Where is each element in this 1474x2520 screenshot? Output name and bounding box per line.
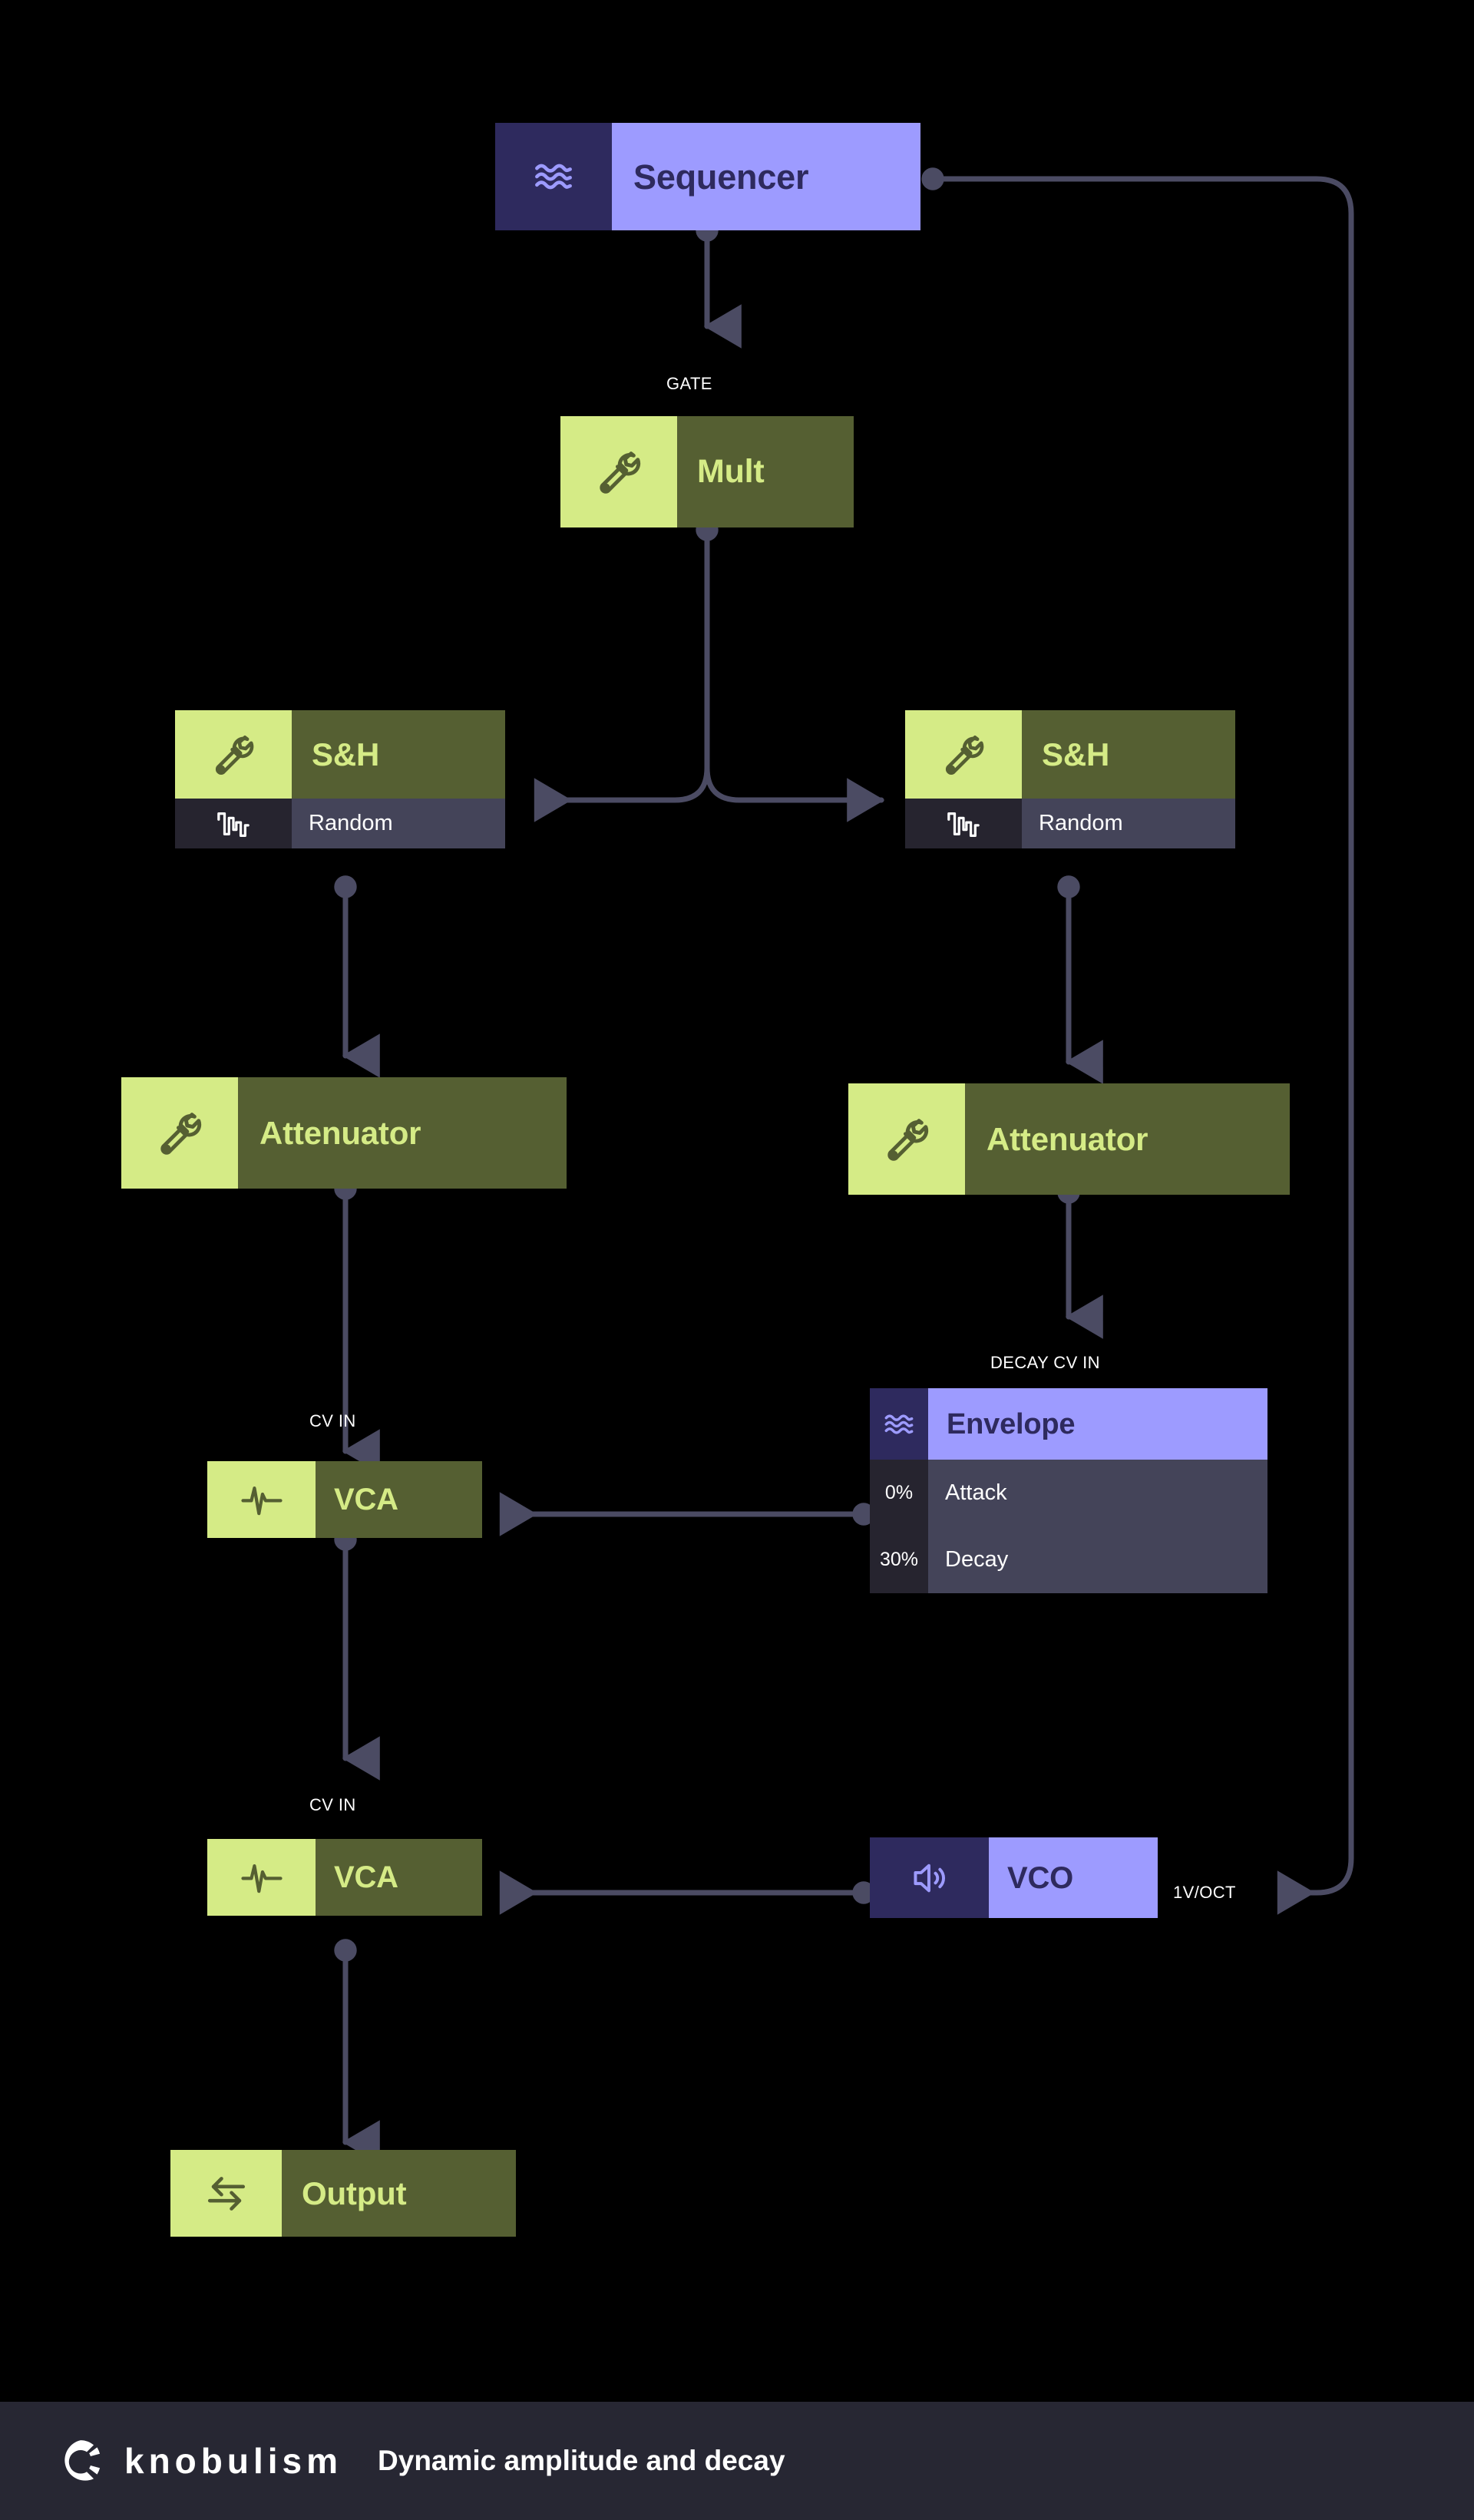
waves-icon — [870, 1388, 928, 1460]
module-sh-left[interactable]: S&H Random — [175, 710, 505, 848]
module-sh-right[interactable]: S&H Random — [905, 710, 1235, 848]
port-label-cv-in-upper: CV IN — [309, 1411, 356, 1430]
module-title: Output — [282, 2150, 516, 2237]
module-title: S&H — [1022, 710, 1235, 799]
param-label-attack: Attack — [928, 1460, 1267, 1526]
port-label-1v-oct: 1V/OCT — [1173, 1883, 1236, 1902]
module-output[interactable]: Output — [170, 2150, 516, 2237]
waves-icon — [495, 123, 612, 230]
pulse-icon — [207, 1839, 316, 1916]
module-title: Mult — [677, 416, 854, 527]
patch-diagram-canvas: GATE CV IN CV IN DECAY CV IN 1V/OCT Sequ… — [0, 0, 1474, 2520]
footer-caption: Dynamic amplitude and decay — [378, 2445, 785, 2476]
module-param-row[interactable]: Random — [905, 799, 1235, 848]
footer-bar: knobulism Dynamic amplitude and decay — [0, 2402, 1474, 2520]
module-vco[interactable]: VCO — [870, 1837, 1158, 1918]
module-param-row-attack[interactable]: 0% Attack — [870, 1460, 1267, 1526]
module-title: VCO — [989, 1837, 1158, 1918]
transfer-arrows-icon — [170, 2150, 282, 2237]
module-attenuator-left[interactable]: Attenuator — [121, 1077, 567, 1189]
pulse-icon — [207, 1461, 316, 1538]
module-param-label: Random — [292, 799, 505, 848]
module-param-row[interactable]: Random — [175, 799, 505, 848]
module-title: Attenuator — [238, 1077, 567, 1189]
wrench-icon — [121, 1077, 238, 1189]
param-label-decay: Decay — [928, 1526, 1267, 1593]
module-envelope[interactable]: Envelope 0% Attack 30% Decay — [870, 1388, 1267, 1593]
port-label-decay-cv-in: DECAY CV IN — [990, 1353, 1100, 1372]
speaker-icon — [870, 1837, 989, 1918]
module-param-row-decay[interactable]: 30% Decay — [870, 1526, 1267, 1593]
knob-logo-icon — [57, 2437, 104, 2485]
module-title: Envelope — [928, 1388, 1267, 1460]
param-value-decay: 30% — [870, 1526, 928, 1593]
port-label-gate: GATE — [666, 374, 712, 393]
module-title: S&H — [292, 710, 505, 799]
module-vca-upper[interactable]: VCA — [207, 1461, 482, 1538]
random-waveform-icon — [175, 799, 292, 848]
wrench-icon — [175, 710, 292, 799]
wrench-icon — [905, 710, 1022, 799]
module-sequencer[interactable]: Sequencer — [495, 123, 920, 230]
module-title: Attenuator — [965, 1083, 1290, 1195]
param-value-attack: 0% — [870, 1460, 928, 1526]
module-attenuator-right[interactable]: Attenuator — [848, 1083, 1290, 1195]
module-param-label: Random — [1022, 799, 1235, 848]
wrench-icon — [560, 416, 677, 527]
module-vca-lower[interactable]: VCA — [207, 1839, 482, 1916]
random-waveform-icon — [905, 799, 1022, 848]
port-label-cv-in-lower: CV IN — [309, 1795, 356, 1814]
wire-mult-to-sh-left — [534, 518, 719, 822]
wire-sequencer-to-vco — [921, 167, 1354, 1915]
wire-mult-to-sh-right — [704, 527, 885, 822]
module-title: Sequencer — [612, 123, 920, 230]
connector-layer — [334, 167, 1354, 2164]
brand-name: knobulism — [124, 2441, 343, 2481]
module-title: VCA — [316, 1839, 482, 1916]
module-title: VCA — [316, 1461, 482, 1538]
wrench-icon — [848, 1083, 965, 1195]
module-mult[interactable]: Mult — [560, 416, 854, 527]
